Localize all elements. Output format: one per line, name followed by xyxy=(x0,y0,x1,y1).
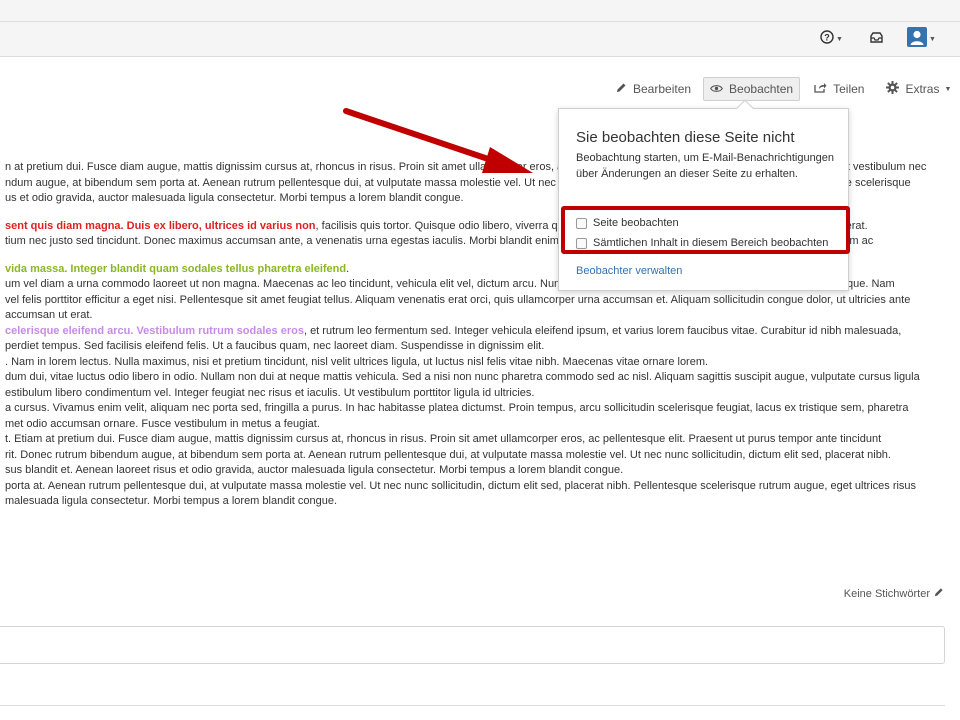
text-line: t. Etiam at pretium dui. Fusce diam augu… xyxy=(5,432,945,448)
share-icon xyxy=(814,82,827,96)
watch-popup: Sie beobachten diese Seite nicht Beobach… xyxy=(558,99,849,291)
text-segment: met odio accumsan ornare. Fusce vestibul… xyxy=(5,417,320,430)
text-segment: sus blandit et. Aenean laoreet risus et … xyxy=(5,464,624,476)
share-button-label: Teilen xyxy=(833,82,865,96)
notifications-button[interactable] xyxy=(869,22,884,57)
popup-title: Sie beobachten diese Seite nicht xyxy=(576,129,795,146)
text-line: rit. Donec rutrum bibendum augue, at bib… xyxy=(5,448,945,464)
svg-text:?: ? xyxy=(824,33,830,43)
text-line: vel felis porttitor efficitur a eget nis… xyxy=(5,293,945,309)
text-segment: rit. Donec rutrum bibendum augue, at bib… xyxy=(5,448,891,461)
text-segment: a cursus. Vivamus enim velit, aliquam ne… xyxy=(5,402,909,414)
gear-icon xyxy=(886,81,900,97)
text-line: celerisque eleifend arcu. Vestibulum rut… xyxy=(5,324,945,340)
help-menu[interactable]: ? ▼ xyxy=(820,22,843,57)
text-segment: perdiet tempus. Sed facilisis eleifend f… xyxy=(5,340,545,352)
highlighted-text: vida massa. Integer blandit quam sodales… xyxy=(5,262,347,275)
chevron-down-icon: ▼ xyxy=(929,36,936,43)
app-header: ? ▼ ▼ xyxy=(0,22,960,57)
inbox-tray-icon xyxy=(869,31,884,49)
user-menu[interactable]: ▼ xyxy=(907,22,936,57)
text-line: met odio accumsan ornare. Fusce vestibul… xyxy=(5,417,945,433)
text-line: malesuada ligula consectetur. Morbi temp… xyxy=(5,494,945,510)
no-tags-label: Keine Stichwörter xyxy=(843,587,930,600)
popup-description: Beobachtung starten, um E-Mail-Benachric… xyxy=(576,152,835,180)
watch-page-option[interactable]: Seite beobachten xyxy=(576,217,679,229)
browser-top-strip xyxy=(0,0,960,22)
text-segment: . xyxy=(346,262,350,275)
labels-area[interactable]: Keine Stichwörter xyxy=(844,587,944,600)
highlighted-text: sent quis diam magna. Duis ex libero, ul… xyxy=(5,219,316,232)
pencil-icon xyxy=(934,587,944,600)
divider xyxy=(0,705,945,706)
text-line: accumsan ut erat. xyxy=(5,308,945,324)
text-segment: porta at. Aenean rutrum pellentesque dui… xyxy=(5,479,917,492)
text-segment: us et odio gravida, auctor malesuada lig… xyxy=(5,192,464,204)
text-segment: estibulum libero condimentum vel. Intege… xyxy=(5,386,535,399)
text-segment: . Nam in lorem lectus. Nulla maximus, ni… xyxy=(5,355,709,368)
edit-button[interactable]: Bearbeiten xyxy=(610,77,697,101)
pencil-icon xyxy=(616,82,627,96)
user-avatar-icon xyxy=(907,27,927,52)
chevron-down-icon: ▼ xyxy=(944,85,952,93)
text-line: . Nam in lorem lectus. Nulla maximus, ni… xyxy=(5,355,945,371)
watch-page-label: Seite beobachten xyxy=(593,217,679,229)
help-circle-icon: ? xyxy=(820,30,834,49)
text-segment: malesuada ligula consectetur. Morbi temp… xyxy=(5,495,338,507)
text-line: sus blandit et. Aenean laoreet risus et … xyxy=(5,463,945,479)
text-line: estibulum libero condimentum vel. Intege… xyxy=(5,386,945,402)
share-button[interactable]: Teilen xyxy=(808,77,870,101)
highlighted-text: celerisque eleifend arcu. Vestibulum rut… xyxy=(5,324,304,337)
edit-button-label: Bearbeiten xyxy=(633,82,692,96)
watch-space-option[interactable]: Sämtlichen Inhalt in diesem Bereich beob… xyxy=(576,237,828,249)
chevron-down-icon: ▼ xyxy=(836,36,843,43)
page-toolbar: Bearbeiten Beobachten Teilen Extras ▼ xyxy=(604,76,957,102)
popup-pointer xyxy=(736,99,754,117)
watch-space-label: Sämtlichen Inhalt in diesem Bereich beob… xyxy=(593,237,829,249)
text-line: porta at. Aenean rutrum pellentesque dui… xyxy=(5,479,945,495)
watch-space-checkbox[interactable] xyxy=(576,237,587,249)
comment-input[interactable] xyxy=(0,626,945,664)
extras-menu[interactable]: Extras ▼ xyxy=(880,77,957,101)
manage-watchers-link[interactable]: Beobachter verwalten xyxy=(576,265,682,277)
extras-menu-label: Extras xyxy=(905,82,940,96)
watch-page-checkbox[interactable] xyxy=(576,217,587,229)
text-line: a cursus. Vivamus enim velit, aliquam ne… xyxy=(5,401,945,417)
text-segment: , et rutrum leo fermentum sed. Integer v… xyxy=(303,324,902,337)
text-line: perdiet tempus. Sed facilisis eleifend f… xyxy=(5,339,945,355)
text-segment: vel felis porttitor efficitur a eget nis… xyxy=(5,293,911,306)
eye-icon xyxy=(710,82,723,96)
text-segment: dum dui, vitae luctus odio libero in odi… xyxy=(5,371,920,383)
text-segment: accumsan ut erat. xyxy=(5,309,93,321)
watch-button[interactable]: Beobachten xyxy=(703,77,801,101)
paragraph: vida massa. Integer blandit quam sodales… xyxy=(5,262,945,510)
text-segment: t. Etiam at pretium dui. Fusce diam augu… xyxy=(5,433,882,445)
text-line: dum dui, vitae luctus odio libero in odi… xyxy=(5,370,945,386)
watch-button-label: Beobachten xyxy=(729,82,794,96)
